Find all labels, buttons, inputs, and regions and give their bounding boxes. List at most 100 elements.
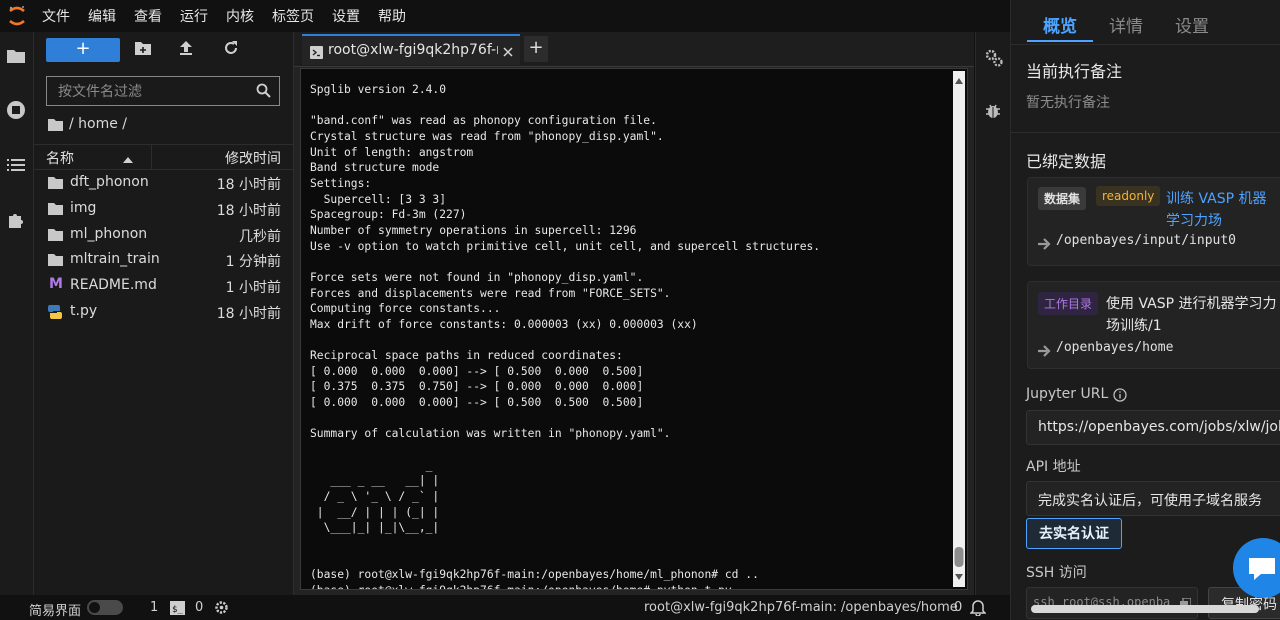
new-folder-icon[interactable] bbox=[135, 40, 153, 58]
extension-puzzle-icon[interactable] bbox=[5, 209, 27, 231]
menubar: 文件 编辑 查看 运行 内核 标签页 设置 帮助 bbox=[0, 0, 1010, 32]
file-modified: 18 小时前 bbox=[216, 203, 281, 219]
menu-tabs[interactable]: 标签页 bbox=[272, 6, 314, 26]
menu-edit[interactable]: 编辑 bbox=[88, 6, 116, 26]
file-modified: 18 小时前 bbox=[216, 306, 281, 322]
api-field: 完成实名认证后，可使用子域名服务 bbox=[1026, 481, 1280, 516]
jupyter-logo-icon[interactable] bbox=[0, 0, 34, 32]
workdir-card[interactable]: 工作目录 使用 VASP 进行机器学习力 场训练/1 /openbayes/ho… bbox=[1027, 281, 1280, 369]
menu-file[interactable]: 文件 bbox=[42, 6, 70, 26]
new-launcher-button[interactable]: + bbox=[46, 38, 120, 62]
python-file-icon bbox=[48, 305, 62, 323]
file-row[interactable]: ml_phonon 几秒前 bbox=[34, 222, 293, 248]
info-icon[interactable] bbox=[1113, 387, 1127, 406]
file-modified: 几秒前 bbox=[239, 229, 281, 245]
file-filter-box bbox=[46, 76, 280, 106]
column-divider bbox=[151, 145, 152, 169]
file-name: mltrain_train bbox=[70, 251, 160, 267]
dataset-name-line2[interactable]: 学习力场 bbox=[1166, 210, 1222, 230]
jupyter-url-value: https://openbayes.com/jobs/xlw/job bbox=[1038, 419, 1280, 435]
bell-icon[interactable] bbox=[969, 599, 987, 620]
note-title: 当前执行备注 bbox=[1026, 62, 1123, 81]
property-inspector-gears-icon[interactable] bbox=[984, 48, 1004, 72]
simple-mode-label: 简易界面 bbox=[29, 604, 82, 619]
file-name: t.py bbox=[70, 303, 98, 319]
host-path: root@xlw-fgi9qk2hp76f-main: /openbayes/h… bbox=[644, 600, 958, 615]
sort-ascending-icon[interactable] bbox=[123, 151, 133, 167]
note-empty-text: 暂无执行备注 bbox=[1026, 95, 1110, 111]
table-of-contents-icon[interactable] bbox=[5, 154, 27, 176]
folder-icon bbox=[48, 253, 63, 270]
file-row[interactable]: dft_phonon 18 小时前 bbox=[34, 170, 293, 196]
tab-bar: root@xlw-fgi9qk2hp76f-main + bbox=[294, 32, 974, 67]
terminal-output: Spglib version 2.4.0 "band.conf" was rea… bbox=[310, 83, 821, 589]
refresh-icon[interactable] bbox=[223, 40, 241, 58]
ssh-field[interactable]: ssh root@ssh.openba bbox=[1026, 587, 1198, 619]
simple-mode-toggle[interactable] bbox=[87, 600, 123, 615]
dataset-badge: 数据集 bbox=[1038, 187, 1087, 210]
menu-view[interactable]: 查看 bbox=[134, 6, 162, 26]
api-value: 完成实名认证后，可使用子域名服务 bbox=[1038, 493, 1262, 509]
folder-icon bbox=[48, 228, 63, 245]
arrow-right-icon bbox=[1038, 235, 1052, 254]
tab-details[interactable]: 详情 bbox=[1109, 12, 1143, 37]
workdir-name-line2: 场训练/1 bbox=[1106, 318, 1162, 334]
menu-settings[interactable]: 设置 bbox=[332, 6, 360, 26]
breadcrumb-path[interactable]: / home / bbox=[69, 116, 127, 132]
svg-text:$_: $_ bbox=[172, 605, 183, 615]
workdir-path: /openbayes/home bbox=[1056, 340, 1174, 355]
right-sidebar bbox=[975, 32, 1010, 595]
verify-identity-button[interactable]: 去实名认证 bbox=[1026, 518, 1122, 549]
close-tab-icon[interactable] bbox=[502, 43, 514, 62]
running-kernels-icon[interactable] bbox=[5, 99, 27, 121]
menu-run[interactable]: 运行 bbox=[180, 6, 208, 26]
add-tab-button[interactable]: + bbox=[524, 36, 548, 62]
debugger-bug-icon[interactable] bbox=[985, 102, 1001, 124]
file-name: dft_phonon bbox=[70, 174, 149, 190]
terminal-status-icon[interactable]: $_ bbox=[170, 601, 185, 619]
readonly-badge: readonly bbox=[1096, 186, 1161, 206]
terminal[interactable]: Spglib version 2.4.0 "band.conf" was rea… bbox=[300, 68, 968, 590]
search-icon bbox=[256, 83, 271, 102]
folder-icon[interactable] bbox=[48, 118, 63, 131]
folder-icon bbox=[48, 176, 63, 193]
jupyter-url-label: Jupyter URL bbox=[1026, 386, 1109, 402]
file-modified: 1 分钟前 bbox=[225, 254, 281, 270]
kernel-status-gear-icon[interactable] bbox=[214, 600, 229, 619]
workdir-badge: 工作目录 bbox=[1038, 292, 1099, 315]
jupyter-url-field[interactable]: https://openbayes.com/jobs/xlw/job bbox=[1026, 410, 1280, 445]
arrow-right-icon bbox=[1038, 342, 1052, 361]
menu-help[interactable]: 帮助 bbox=[378, 6, 406, 26]
markdown-file-icon: M bbox=[49, 276, 63, 292]
file-row[interactable]: t.py 18 小时前 bbox=[34, 299, 293, 325]
dataset-card[interactable]: 数据集 readonly 训练 VASP 机器 学习力场 /openbayes/… bbox=[1027, 177, 1280, 266]
tab-terminal[interactable]: root@xlw-fgi9qk2hp76f-main bbox=[302, 34, 520, 65]
ssh-label: SSH 访问 bbox=[1026, 565, 1087, 581]
file-row[interactable]: mltrain_train 1 分钟前 bbox=[34, 247, 293, 273]
terminal-count[interactable]: 0 bbox=[195, 600, 203, 615]
api-label: API 地址 bbox=[1026, 459, 1081, 475]
folder-icon[interactable] bbox=[5, 44, 27, 66]
job-info-panel: 概览 详情 设置 当前执行备注 暂无执行备注 已绑定数据 数据集 readonl… bbox=[1010, 0, 1280, 620]
column-name-header[interactable]: 名称 bbox=[46, 148, 74, 168]
notification-count[interactable]: 0 bbox=[954, 600, 962, 615]
terminal-scrollbar[interactable] bbox=[953, 71, 965, 587]
folder-icon bbox=[48, 202, 63, 219]
chat-support-icon[interactable] bbox=[1233, 538, 1280, 598]
bound-data-title: 已绑定数据 bbox=[1026, 152, 1107, 171]
panel-horizontal-scrollbar[interactable] bbox=[1031, 605, 1259, 613]
tab-settings[interactable]: 设置 bbox=[1175, 12, 1209, 37]
file-row[interactable]: img 18 小时前 bbox=[34, 196, 293, 222]
column-modified-header[interactable]: 修改时间 bbox=[225, 148, 281, 168]
upload-icon[interactable] bbox=[179, 40, 197, 58]
dataset-path: /openbayes/input/input0 bbox=[1056, 233, 1237, 248]
breadcrumb: / home / bbox=[48, 116, 127, 132]
file-name: img bbox=[70, 200, 97, 216]
dataset-name-line1[interactable]: 训练 VASP 机器 bbox=[1166, 188, 1267, 208]
tab-overview[interactable]: 概览 bbox=[1043, 12, 1077, 37]
divider bbox=[1011, 44, 1280, 45]
menu-kernel[interactable]: 内核 bbox=[226, 6, 254, 26]
file-filter-input[interactable] bbox=[56, 83, 260, 101]
kernel-count[interactable]: 1 bbox=[150, 600, 158, 615]
file-row[interactable]: M README.md 1 小时前 bbox=[34, 273, 293, 299]
